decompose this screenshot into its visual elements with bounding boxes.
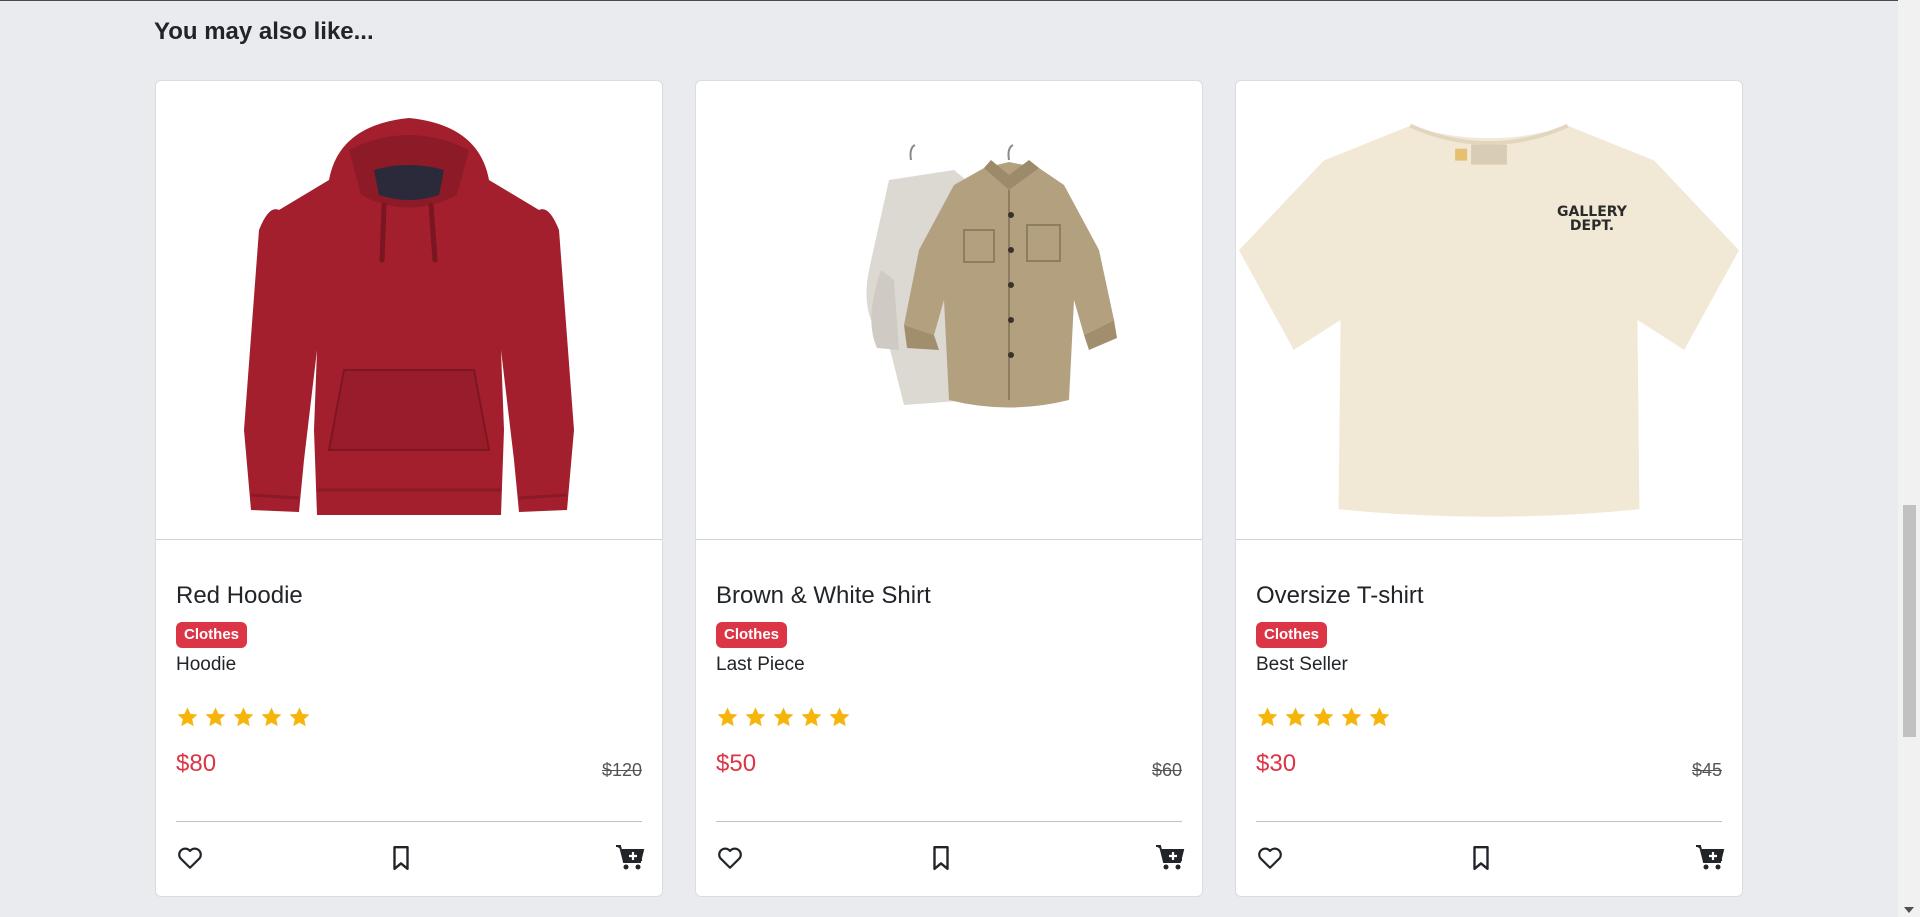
product-name[interactable]: Oversize T-shirt: [1256, 582, 1722, 610]
rating-stars: [176, 706, 642, 730]
product-card[interactable]: Brown & White Shirt Clothes Last Piece $…: [695, 80, 1203, 897]
section-title: You may also like...: [154, 18, 374, 45]
old-price: $45: [1691, 760, 1722, 780]
product-image[interactable]: GALLERY DEPT.: [1236, 81, 1742, 540]
star-icon: [801, 707, 822, 727]
shirts-on-hangers-image: [866, 144, 1117, 408]
product-card[interactable]: Red Hoodie Clothes Hoodie $80 $120: [155, 80, 663, 897]
bookmark-icon: [1473, 845, 1489, 871]
star-icon: [177, 707, 198, 727]
product-tagline: Last Piece: [716, 654, 805, 675]
current-price: $80: [176, 750, 217, 777]
wishlist-button[interactable]: [174, 842, 206, 874]
category-badge: Clothes: [1256, 622, 1328, 648]
price-row: $50 $60: [716, 746, 1182, 786]
star-icon: [829, 707, 850, 727]
rating-stars: [1256, 706, 1722, 730]
vertical-scrollbar[interactable]: [1898, 0, 1920, 917]
bookmark-button[interactable]: [1465, 842, 1497, 874]
category-badge: Clothes: [176, 622, 248, 648]
star-icon: [773, 707, 794, 727]
cart-plus-icon: [1156, 845, 1185, 870]
current-price: $50: [716, 750, 757, 777]
cream-tshirt-image: [1238, 123, 1740, 517]
product-tagline: Best Seller: [1256, 654, 1348, 675]
tshirt-print-text: GALLERY DEPT.: [1557, 204, 1627, 234]
bookmark-icon: [933, 845, 949, 871]
category-badge: Clothes: [716, 622, 788, 648]
bookmark-button[interactable]: [925, 842, 957, 874]
product-name[interactable]: Red Hoodie: [176, 582, 642, 610]
price-row: $80 $120: [176, 746, 642, 786]
star-icon: [1285, 707, 1306, 727]
star-icon: [205, 707, 226, 727]
rating-stars: [716, 706, 1182, 730]
old-price: $60: [1151, 760, 1182, 780]
cart-plus-icon: [1696, 845, 1725, 870]
product-card[interactable]: GALLERY DEPT. Oversize T-shirt Clothes Be…: [1235, 80, 1743, 897]
product-image[interactable]: [156, 81, 662, 540]
add-to-cart-button[interactable]: [1694, 842, 1726, 874]
heart-icon: [1258, 847, 1282, 869]
product-tagline: Hoodie: [176, 654, 237, 675]
bookmark-icon: [393, 845, 409, 871]
star-icon: [1369, 707, 1390, 727]
star-icon: [289, 707, 310, 727]
top-border: [0, 0, 1920, 1]
price-row: $30 $45: [1256, 746, 1722, 786]
star-icon: [717, 707, 738, 727]
scrollbar-thumb[interactable]: [1903, 505, 1916, 737]
card-actions: [714, 822, 1185, 892]
heart-icon: [178, 847, 202, 869]
star-icon: [1257, 707, 1278, 727]
wishlist-button[interactable]: [1254, 842, 1286, 874]
product-image[interactable]: [696, 81, 1202, 540]
star-icon: [233, 707, 254, 727]
star-icon: [1341, 707, 1362, 727]
add-to-cart-button[interactable]: [1154, 842, 1186, 874]
card-actions: [174, 822, 645, 892]
product-name[interactable]: Brown & White Shirt: [716, 582, 1182, 610]
scroll-down-arrow-icon[interactable]: [1904, 907, 1914, 913]
old-price: $120: [601, 760, 642, 780]
red-hoodie-image: [244, 118, 574, 515]
star-icon: [745, 707, 766, 727]
current-price: $30: [1256, 750, 1297, 777]
star-icon: [261, 707, 282, 727]
add-to-cart-button[interactable]: [614, 842, 646, 874]
star-icon: [1313, 707, 1334, 727]
wishlist-button[interactable]: [714, 842, 746, 874]
cart-plus-icon: [616, 845, 645, 870]
heart-icon: [718, 847, 742, 869]
bookmark-button[interactable]: [385, 842, 417, 874]
card-actions: [1254, 822, 1725, 892]
